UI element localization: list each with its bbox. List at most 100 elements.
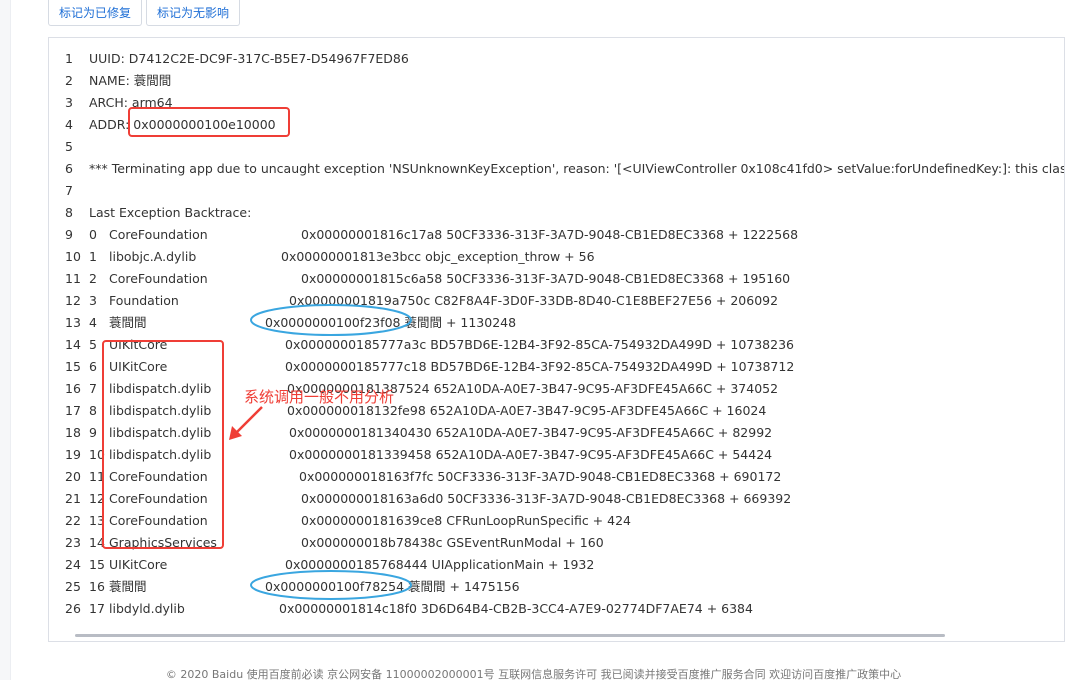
log-text: UUID: D7412C2E-DC9F-317C-B5E7-D54967F7ED… (89, 51, 409, 66)
line-number: 23 (65, 535, 81, 550)
frame-address: 0x0000000181340430 652A10DA-A0E7-3B47-9C… (289, 425, 773, 440)
line-number: 26 (65, 601, 81, 616)
frame-library: libdispatch.dylib (109, 425, 212, 440)
frame-address: 0x0000000185768444 UIApplicationMain + 1… (285, 557, 595, 572)
backtrace-frame: 26 17 libdyld.dylib 0x00000001814c18f0 3D6D… (49, 598, 1064, 620)
frame-index: 3 (89, 293, 97, 308)
frame-library: CoreFoundation (109, 227, 208, 242)
frame-index: 8 (89, 403, 97, 418)
log-text: ADDR: 0x0000000100e10000 (89, 117, 276, 132)
frame-address: 0x0000000181339458 652A10DA-A0E7-3B47-9C… (289, 447, 773, 462)
log-text: Last Exception Backtrace: (89, 205, 252, 220)
line-number: 25 (65, 579, 81, 594)
frame-index: 2 (89, 271, 97, 286)
backtrace-frame: 9 0 CoreFoundation 0x00000001816c17a8 50CF3… (49, 224, 1064, 246)
frame-address: 0x00000001814c18f0 3D6D64B4-CB2B-3CC4-A7… (279, 601, 753, 616)
frame-library: libdispatch.dylib (109, 403, 212, 418)
line-number: 14 (65, 337, 81, 352)
line-number: 20 (65, 469, 81, 484)
frame-index: 10 (89, 447, 105, 462)
frame-index: 5 (89, 337, 97, 352)
backtrace-frame: 12 3 Foundation 0x00000001819a750c C82F8A4F… (49, 290, 1064, 312)
frame-library: 蓑間間 (109, 579, 147, 594)
frame-address: 0x000000018163f7fc 50CF3336-313F-3A7D-90… (299, 469, 782, 484)
frame-library: libdyld.dylib (109, 601, 185, 616)
line-number: 3 (65, 95, 73, 110)
line-number: 11 (65, 271, 81, 286)
line-number: 21 (65, 491, 81, 506)
log-line: 7 (49, 180, 1064, 202)
log-text: ARCH: arm64 (89, 95, 173, 110)
backtrace-frame: 15 6 UIKitCore 0x0000000185777c18 BD57BD6E-… (49, 356, 1064, 378)
mark-no-effect-button[interactable]: 标记为无影响 (146, 0, 241, 26)
horizontal-scrollbar[interactable] (75, 634, 945, 637)
frame-library: libobjc.A.dylib (109, 249, 197, 264)
frame-index: 4 (89, 315, 97, 330)
log-line: 1 UUID: D7412C2E-DC9F-317C-B5E7-D54967F7E… (49, 48, 1064, 70)
line-number: 2 (65, 73, 73, 88)
frame-address: 0x00000001819a750c C82F8A4F-3D0F-33DB-8D… (289, 293, 779, 308)
frame-library: UIKitCore (109, 337, 168, 352)
frame-index: 7 (89, 381, 97, 396)
backtrace-frame: 20 11 CoreFoundation 0x000000018163f7fc 50C… (49, 466, 1064, 488)
frame-address: 0x00000001813e3bcc objc_exception_throw … (281, 249, 595, 264)
backtrace-frame: 17 8 libdispatch.dylib 0x000000018132fe98 6… (49, 400, 1064, 422)
frame-address: 0x000000018163a6d0 50CF3336-313F-3A7D-90… (301, 491, 792, 506)
frame-index: 6 (89, 359, 97, 374)
frame-library: CoreFoundation (109, 513, 208, 528)
line-number: 8 (65, 205, 73, 220)
backtrace-frame: 11 2 CoreFoundation 0x00000001815c6a58 50CF… (49, 268, 1064, 290)
frame-index: 14 (89, 535, 105, 550)
line-number: 22 (65, 513, 81, 528)
frame-address: 0x0000000185777c18 BD57BD6E-12B4-3F92-85… (285, 359, 795, 374)
frame-library: Foundation (109, 293, 179, 308)
line-number: 7 (65, 183, 73, 198)
frame-library: libdispatch.dylib (109, 381, 212, 396)
annotation-label: 系统调用一般不用分析 (244, 388, 395, 406)
line-number: 9 (65, 227, 73, 242)
frame-index: 17 (89, 601, 105, 616)
mark-fixed-button[interactable]: 标记为已修复 (48, 0, 143, 26)
line-number: 12 (65, 293, 81, 308)
frame-address: 0x000000018b78438c GSEventRunModal + 160 (301, 535, 604, 550)
backtrace-frame: 10 1 libobjc.A.dylib 0x00000001813e3bcc obj… (49, 246, 1064, 268)
log-line: 3 ARCH: arm64 (49, 92, 1064, 114)
frame-library: CoreFoundation (109, 271, 208, 286)
frame-index: 1 (89, 249, 97, 264)
line-number: 24 (65, 557, 81, 572)
line-number: 15 (65, 359, 81, 374)
frame-index: 11 (89, 469, 105, 484)
line-number: 19 (65, 447, 81, 462)
backtrace-frame: 13 4 蓑間間 0x0000000100f23f08 蓑間間 + 1130248 (49, 312, 1064, 334)
backtrace-frame: 24 15 UIKitCore 0x0000000185768444 UIApplic… (49, 554, 1064, 576)
backtrace-frame: 22 13 CoreFoundation 0x0000000181639ce8 CFR… (49, 510, 1064, 532)
log-text: *** Terminating app due to uncaught exce… (89, 161, 1064, 176)
backtrace-frame: 18 9 libdispatch.dylib 0x0000000181340430 6… (49, 422, 1064, 444)
log-line: 4 ADDR: 0x0000000100e10000 (49, 114, 1064, 136)
line-number: 4 (65, 117, 73, 132)
frame-address: 0x0000000181639ce8 CFRunLoopRunSpecific … (301, 513, 631, 528)
frame-address: 0x0000000185777a3c BD57BD6E-12B4-3F92-85… (285, 337, 794, 352)
line-number: 18 (65, 425, 81, 440)
line-number: 6 (65, 161, 73, 176)
frame-index: 9 (89, 425, 97, 440)
frame-library: UIKitCore (109, 557, 168, 572)
log-line: 2 NAME: 蓑間間 (49, 70, 1064, 92)
line-number: 10 (65, 249, 81, 264)
frame-index: 0 (89, 227, 97, 242)
frame-index: 16 (89, 579, 105, 594)
line-number: 5 (65, 139, 73, 154)
line-number: 13 (65, 315, 81, 330)
crash-log-panel[interactable]: 1 UUID: D7412C2E-DC9F-317C-B5E7-D54967F7E… (48, 37, 1065, 642)
line-number: 1 (65, 51, 73, 66)
frame-address: 0x0000000100f78254 蓑間間 + 1475156 (265, 579, 520, 594)
line-number: 16 (65, 381, 81, 396)
frame-index: 13 (89, 513, 105, 528)
frame-index: 12 (89, 491, 105, 506)
log-line: 6 *** Terminating app due to uncaught exc… (49, 158, 1064, 180)
backtrace-frame: 16 7 libdispatch.dylib 0x0000000181387524 6… (49, 378, 1064, 400)
frame-address: 0x0000000100f23f08 蓑間間 + 1130248 (265, 315, 517, 330)
backtrace-frame: 21 12 CoreFoundation 0x000000018163a6d0 50C… (49, 488, 1064, 510)
log-line: 8 Last Exception Backtrace: (49, 202, 1064, 224)
frame-address: 0x00000001816c17a8 50CF3336-313F-3A7D-90… (301, 227, 799, 242)
